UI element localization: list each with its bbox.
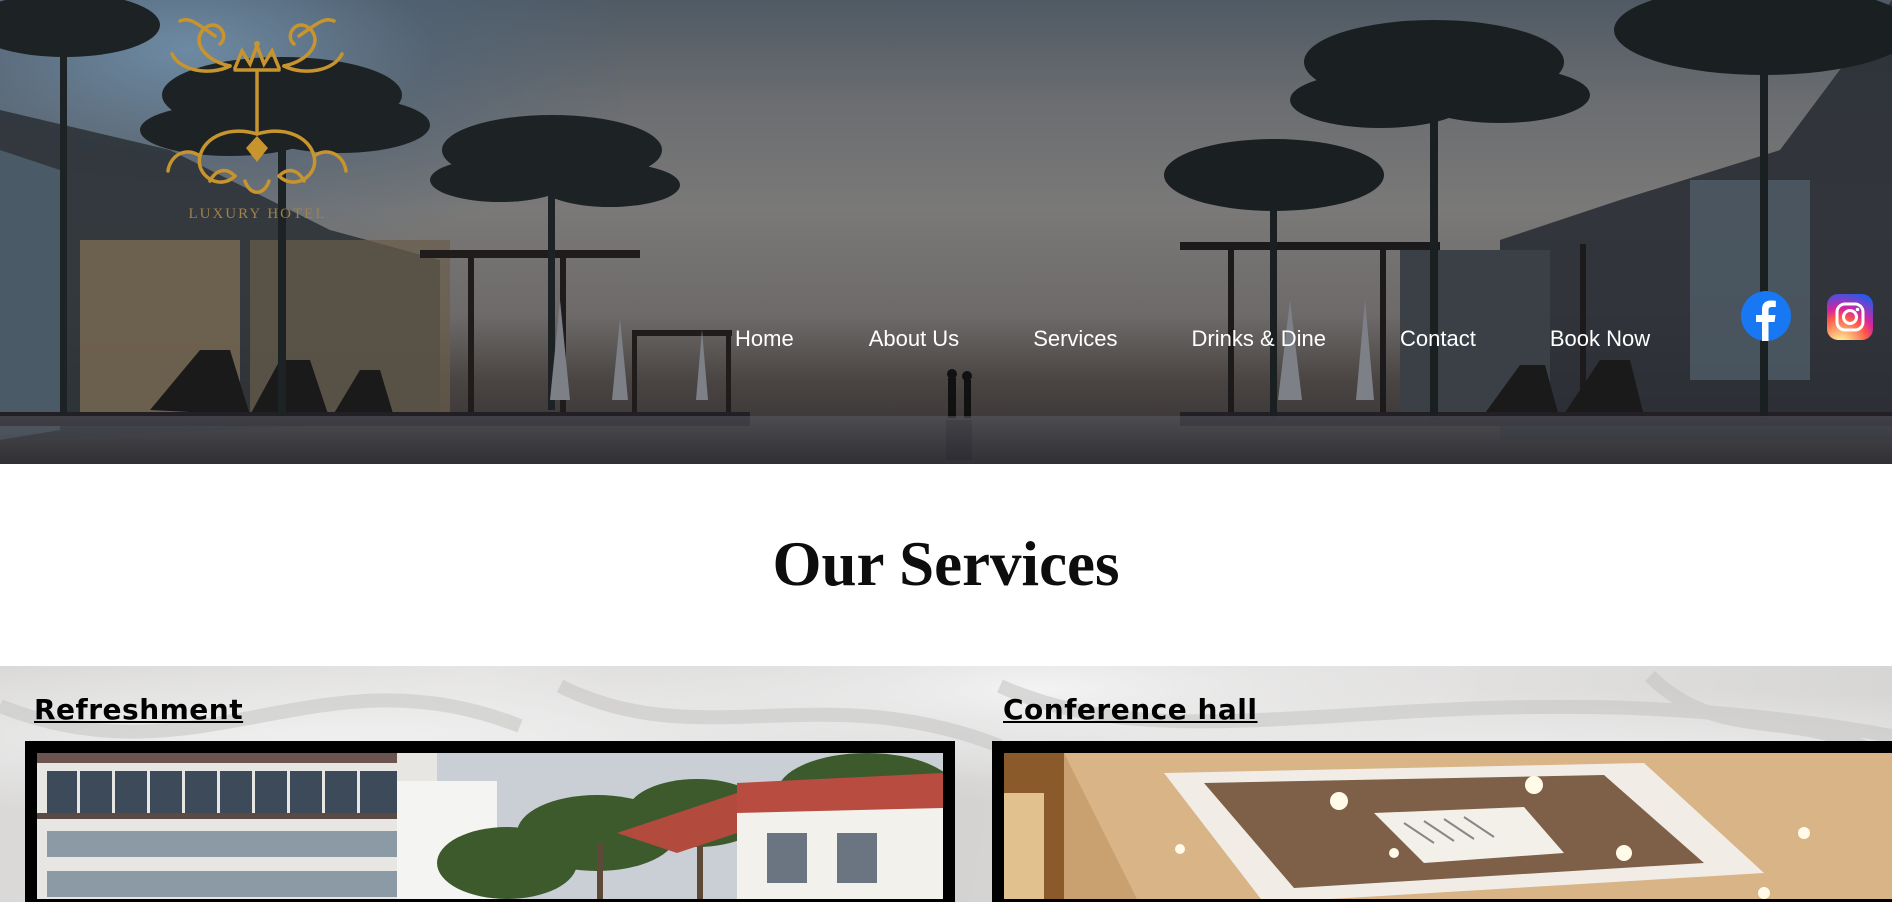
pool-reflection — [0, 416, 1892, 464]
nav-home[interactable]: Home — [735, 326, 794, 352]
nav-book-now[interactable]: Book Now — [1550, 326, 1650, 352]
nav-drinks-dine[interactable]: Drinks & Dine — [1192, 326, 1326, 352]
main-nav: Home About Us Services Drinks & Dine Con… — [735, 322, 1650, 356]
logo-emblem-icon — [166, 18, 348, 194]
hero-banner: LUXURY HOTEL Home About Us Services Drin… — [0, 0, 1892, 464]
service-card-conference-hall[interactable] — [992, 741, 1892, 902]
nav-contact[interactable]: Contact — [1400, 326, 1476, 352]
service-heading-conference-hall: Conference hall — [1003, 693, 1258, 726]
service-heading-refreshment: Refreshment — [34, 693, 244, 726]
logo-text: LUXURY HOTEL — [188, 206, 327, 222]
nav-about-us[interactable]: About Us — [869, 326, 960, 352]
refreshment-image — [37, 753, 943, 899]
services-section: Refreshment Conference hall — [0, 666, 1892, 902]
page-title: Our Services — [772, 529, 1120, 599]
conference-hall-image — [1004, 753, 1892, 899]
nav-services[interactable]: Services — [1033, 326, 1117, 352]
instagram-icon[interactable] — [1827, 294, 1873, 340]
service-card-refreshment[interactable] — [25, 741, 955, 902]
hotel-logo[interactable]: LUXURY HOTEL — [150, 6, 365, 236]
facebook-icon[interactable] — [1741, 291, 1791, 341]
